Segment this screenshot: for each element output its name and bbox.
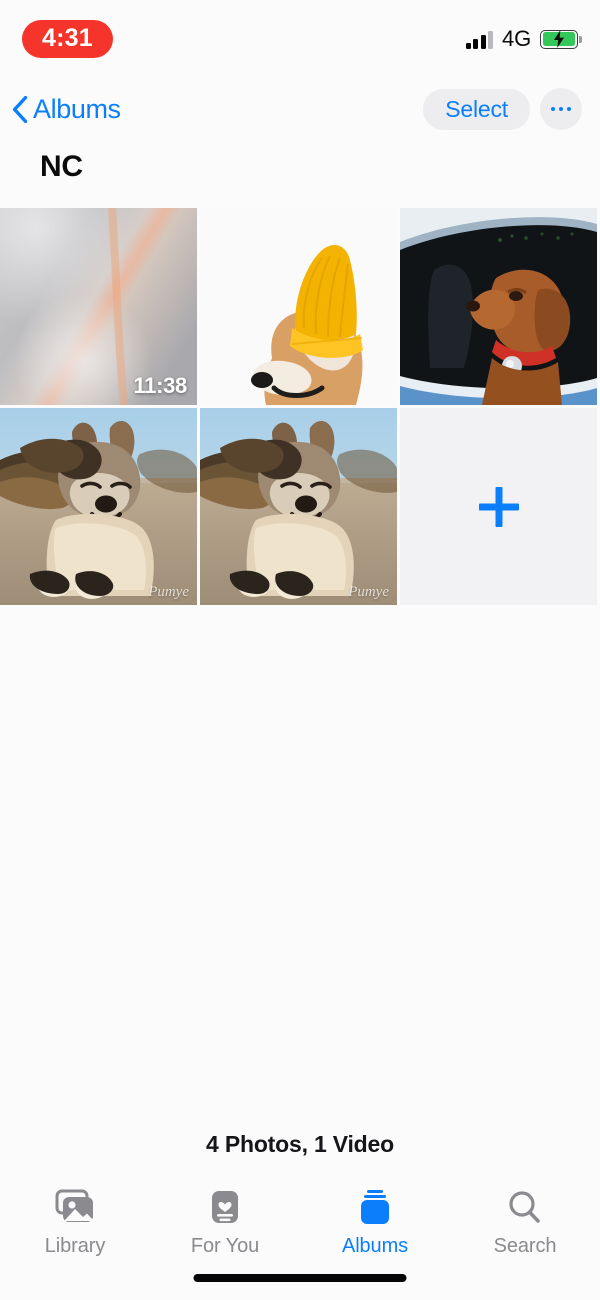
- photo-watermark: Pumye: [148, 584, 189, 600]
- tab-albums[interactable]: Albums: [300, 1188, 450, 1258]
- tab-label: Library: [44, 1235, 106, 1257]
- photo-stack-icon: [52, 1188, 98, 1228]
- add-photos-button[interactable]: [400, 408, 597, 605]
- albums-stack-icon: [356, 1188, 394, 1228]
- chevron-left-icon: [12, 95, 28, 123]
- grid-item-photo[interactable]: [200, 208, 397, 405]
- ellipsis-dot-icon: [558, 106, 564, 112]
- page-title: NC: [40, 150, 83, 183]
- home-indicator[interactable]: [193, 1274, 407, 1282]
- status-bar: 4:31 4G: [0, 0, 600, 78]
- memory-card-icon: [207, 1188, 243, 1228]
- tab-for-you[interactable]: For You: [150, 1188, 300, 1258]
- media-count-label: 4 Photos, 1 Video: [206, 1131, 394, 1157]
- more-options-button[interactable]: [540, 88, 582, 130]
- grid-item-photo[interactable]: Pumye: [0, 408, 197, 605]
- photo-thumbnail: [400, 208, 597, 405]
- back-button-label: Albums: [33, 93, 121, 124]
- cellular-signal-icon: [465, 30, 494, 49]
- plus-icon: [478, 486, 519, 527]
- photo-thumbnail: [200, 408, 397, 605]
- tab-label: Albums: [341, 1235, 409, 1257]
- back-button[interactable]: Albums: [12, 94, 121, 125]
- photo-grid: 11:38 Pumye Pumye: [0, 208, 600, 605]
- ellipsis-dot-icon: [550, 106, 556, 112]
- select-button[interactable]: Select: [423, 88, 530, 130]
- status-indicators: 4G: [465, 26, 582, 52]
- network-type-label: 4G: [502, 26, 531, 51]
- grid-item-photo[interactable]: Pumye: [200, 408, 397, 605]
- photo-thumbnail: [0, 408, 197, 605]
- grid-item-video[interactable]: 11:38: [0, 208, 197, 405]
- tab-label: For You: [190, 1235, 260, 1257]
- tab-label: Search: [493, 1235, 557, 1257]
- tab-search[interactable]: Search: [450, 1188, 600, 1258]
- status-time-pill: 4:31: [22, 20, 113, 58]
- lightning-bolt-icon: [554, 30, 564, 48]
- magnifier-icon: [505, 1188, 545, 1228]
- video-duration-label: 11:38: [133, 373, 187, 398]
- grid-item-photo[interactable]: [400, 208, 597, 405]
- navigation-bar: Albums Select: [0, 78, 600, 140]
- photo-thumbnail: [200, 208, 397, 405]
- photo-watermark: Pumye: [348, 584, 389, 600]
- tab-library[interactable]: Library: [0, 1188, 150, 1258]
- ellipsis-dot-icon: [566, 106, 572, 112]
- tab-bar: Library For You Albums Search: [0, 1188, 600, 1258]
- nav-actions: Select: [423, 88, 582, 130]
- battery-charging-icon: [540, 29, 582, 49]
